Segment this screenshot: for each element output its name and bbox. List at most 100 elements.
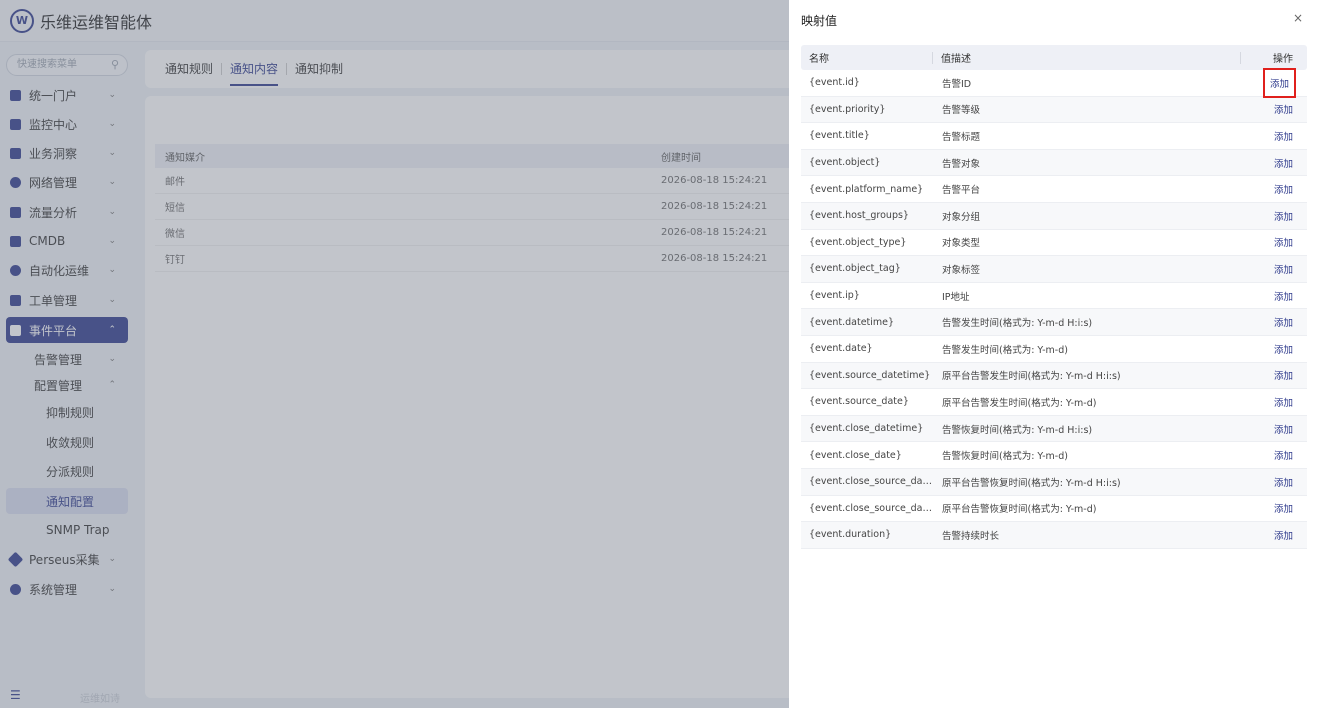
modal-overlay[interactable]: [0, 0, 789, 708]
mapping-desc-cell: 对象类型: [942, 238, 981, 250]
mapping-name-cell: {event.host_groups}: [809, 210, 909, 222]
mapping-name-cell: {event.date}: [809, 343, 873, 355]
table-row: {event.object} 告警对象 添加: [801, 149, 1307, 177]
action-cell: 添加: [1241, 499, 1307, 517]
mapping-name-cell: {event.object_tag}: [809, 263, 901, 275]
table-row: {event.ip} IP地址 添加: [801, 283, 1307, 310]
drawer-title: 映射值: [801, 14, 838, 28]
table-row: {event.host_groups} 对象分组 添加: [801, 202, 1307, 230]
action-cell: 添加: [1241, 340, 1307, 358]
action-cell: 添加: [1241, 446, 1307, 464]
table-row: {event.object_tag} 对象标签 添加: [801, 256, 1307, 283]
table-header: 名称 值描述 操作: [801, 45, 1307, 70]
add-button[interactable]: 添加: [1271, 100, 1296, 118]
add-button[interactable]: 添加: [1271, 180, 1296, 198]
action-cell: 添加: [1241, 287, 1307, 305]
mapping-table: 名称 值描述 操作 {event.id} 告警ID 添加 {event.priorit…: [801, 45, 1307, 549]
mapping-desc-cell: 对象标签: [942, 264, 981, 276]
action-cell: 添加: [1241, 420, 1307, 438]
mapping-desc-cell: 原平台告警恢复时间(格式为: Y-m-d H:i:s): [942, 477, 1121, 489]
mapping-desc-cell: 告警发生时间(格式为: Y-m-d): [942, 344, 1068, 356]
add-button[interactable]: 添加: [1271, 393, 1296, 411]
mapping-name-cell: {event.source_date}: [809, 396, 909, 408]
close-icon[interactable]: ×: [1293, 11, 1303, 25]
mapping-desc-cell: 告警ID: [942, 78, 972, 90]
add-button[interactable]: 添加: [1271, 154, 1296, 172]
action-cell: 添加: [1241, 207, 1307, 225]
action-cell: 添加: [1241, 180, 1307, 198]
mapping-desc-cell: 告警对象: [942, 158, 981, 170]
mapping-desc-cell: 原平台告警发生时间(格式为: Y-m-d H:i:s): [942, 371, 1121, 383]
add-button[interactable]: 添加: [1271, 287, 1296, 305]
table-row: {event.datetime} 告警发生时间(格式为: Y-m-d H:i:s)…: [801, 309, 1307, 336]
add-button[interactable]: 添加: [1271, 260, 1296, 278]
action-cell: 添加: [1241, 526, 1307, 544]
mapping-name-cell: {event.close_date}: [809, 449, 902, 461]
action-cell: 添加: [1241, 100, 1307, 118]
mapping-desc-cell: 告警发生时间(格式为: Y-m-d H:i:s): [942, 318, 1093, 330]
mapping-name-cell: {event.close_datetime}: [809, 423, 924, 435]
mapping-name-cell: {event.source_datetime}: [809, 369, 931, 381]
add-button[interactable]: 添加: [1271, 340, 1296, 358]
add-button[interactable]: 添加: [1271, 127, 1296, 145]
add-button[interactable]: 添加: [1271, 207, 1296, 225]
action-cell: 添加: [1241, 473, 1307, 491]
column-header-action: 操作: [1273, 54, 1293, 65]
mapping-name-cell: {event.ip}: [809, 290, 860, 302]
table-row: {event.close_datetime} 告警恢复时间(格式为: Y-m-d …: [801, 415, 1307, 443]
action-cell: 添加: [1241, 313, 1307, 331]
mapping-name-cell: {event.object}: [809, 157, 881, 169]
mapping-desc-cell: 告警恢复时间(格式为: Y-m-d H:i:s): [942, 424, 1093, 436]
mapping-name-cell: {event.platform_name}: [809, 183, 924, 195]
table-row: {event.close_source_date... 原平台告警恢复时间(格式为…: [801, 468, 1307, 496]
mapping-name-cell: {event.close_source_date...: [809, 476, 932, 488]
mapping-desc-cell: 原平台告警发生时间(格式为: Y-m-d): [942, 397, 1097, 409]
column-header-desc: 值描述: [941, 54, 971, 65]
mapping-name-cell: {event.id}: [809, 77, 860, 89]
table-row: {event.duration} 告警持续时长 添加: [801, 522, 1307, 549]
table-row: {event.object_type} 对象类型 添加: [801, 230, 1307, 257]
add-button[interactable]: 添加: [1271, 366, 1296, 384]
action-cell: 添加: [1241, 260, 1307, 278]
mapping-desc-cell: 对象分组: [942, 211, 981, 223]
add-button[interactable]: 添加: [1271, 446, 1296, 464]
table-body: {event.id} 告警ID 添加 {event.priority} 告警等级 添加 {e…: [801, 67, 1307, 549]
table-row: {event.date} 告警发生时间(格式为: Y-m-d) 添加: [801, 336, 1307, 363]
mapping-name-cell: {event.close_source_date}: [809, 502, 932, 514]
table-row: {event.close_source_date} 原平台告警恢复时间(格式为: …: [801, 496, 1307, 523]
mapping-name-cell: {event.priority}: [809, 103, 886, 115]
table-row: {event.close_date} 告警恢复时间(格式为: Y-m-d) 添加: [801, 442, 1307, 469]
add-button[interactable]: 添加: [1271, 473, 1296, 491]
mapping-desc-cell: 原平台告警恢复时间(格式为: Y-m-d): [942, 504, 1097, 516]
mapping-name-cell: {event.datetime}: [809, 316, 895, 328]
mapping-desc-cell: 告警标题: [942, 131, 981, 143]
column-header-name: 名称: [809, 54, 829, 65]
mapping-name-cell: {event.duration}: [809, 529, 892, 541]
mapping-desc-cell: 告警等级: [942, 105, 981, 117]
mapping-desc-cell: 告警平台: [942, 185, 981, 197]
table-row: {event.source_datetime} 原平台告警发生时间(格式为: Y-…: [801, 362, 1307, 390]
add-button[interactable]: 添加: [1271, 313, 1296, 331]
action-cell: 添加: [1241, 233, 1307, 251]
table-row: {event.id} 告警ID 添加: [801, 67, 1307, 98]
mapping-desc-cell: IP地址: [942, 291, 970, 303]
add-button[interactable]: 添加: [1271, 526, 1296, 544]
mapping-name-cell: {event.title}: [809, 130, 870, 142]
table-row: {event.title} 告警标题 添加: [801, 123, 1307, 150]
action-cell: 添加: [1241, 366, 1307, 384]
mapping-name-cell: {event.object_type}: [809, 236, 907, 248]
action-cell: 添加: [1241, 154, 1307, 172]
add-button[interactable]: 添加: [1262, 67, 1296, 98]
table-row: {event.priority} 告警等级 添加: [801, 96, 1307, 124]
action-cell: 添加: [1241, 127, 1307, 145]
add-button[interactable]: 添加: [1271, 420, 1296, 438]
action-cell: 添加: [1241, 67, 1307, 98]
action-cell: 添加: [1241, 393, 1307, 411]
table-row: {event.source_date} 原平台告警发生时间(格式为: Y-m-d)…: [801, 389, 1307, 416]
table-row: {event.platform_name} 告警平台 添加: [801, 176, 1307, 203]
add-button[interactable]: 添加: [1271, 233, 1296, 251]
mapping-value-drawer: 映射值 × 名称 值描述 操作 {event.id} 告警ID 添加 {event.p…: [789, 0, 1319, 708]
mapping-desc-cell: 告警恢复时间(格式为: Y-m-d): [942, 451, 1068, 463]
add-button[interactable]: 添加: [1271, 499, 1296, 517]
mapping-desc-cell: 告警持续时长: [942, 530, 1000, 542]
